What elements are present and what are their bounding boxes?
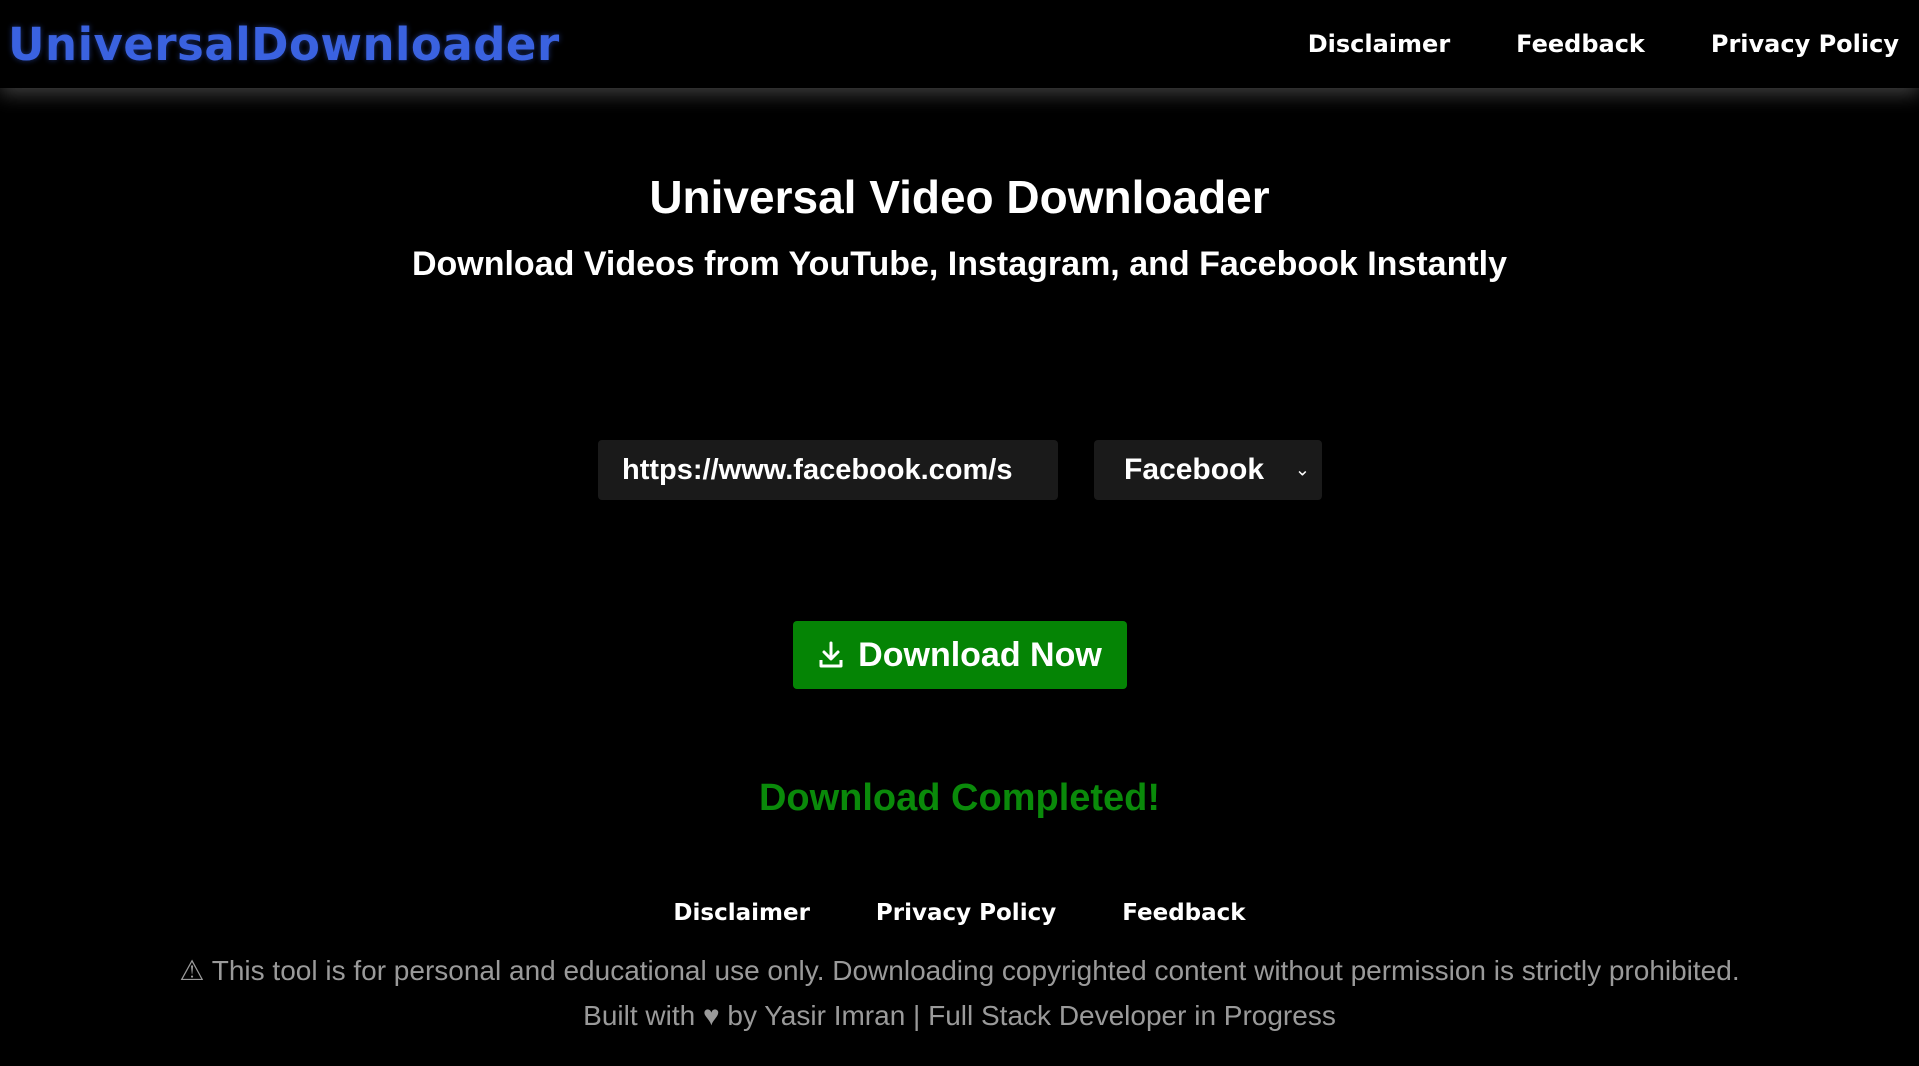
download-now-button[interactable]: Download Now <box>793 621 1127 689</box>
download-icon <box>819 641 843 668</box>
video-url-input[interactable] <box>598 440 1058 500</box>
footer-disclaimer: ⚠ This tool is for personal and educatio… <box>179 955 1740 986</box>
footer-link-disclaimer[interactable]: Disclaimer <box>673 900 810 926</box>
nav-link-disclaimer[interactable]: Disclaimer <box>1308 30 1450 58</box>
footer-link-feedback[interactable]: Feedback <box>1122 900 1245 926</box>
page-subtitle: Download Videos from YouTube, Instagram,… <box>411 245 1508 283</box>
footer-link-privacy-policy[interactable]: Privacy Policy <box>876 900 1056 926</box>
download-status-message: Download Completed! <box>758 777 1161 819</box>
top-navbar: UniversalDownloader Disclaimer Feedback … <box>0 0 1919 88</box>
header-nav: Disclaimer Feedback Privacy Policy <box>1308 30 1899 58</box>
footer-nav: Disclaimer Privacy Policy Feedback <box>0 900 1919 926</box>
platform-select[interactable]: Facebook ⌄ <box>1094 440 1322 500</box>
platform-select-value: Facebook <box>1124 453 1265 486</box>
nav-link-feedback[interactable]: Feedback <box>1516 30 1645 58</box>
nav-link-privacy-policy[interactable]: Privacy Policy <box>1711 30 1899 58</box>
page-title: Universal Video Downloader <box>649 171 1270 223</box>
footer-credit: Built with ♥ by Yasir Imran | Full Stack… <box>583 1000 1336 1031</box>
brand-logo[interactable]: UniversalDownloader <box>8 18 560 71</box>
download-now-label: Download Now <box>858 635 1102 674</box>
chevron-down-icon: ⌄ <box>1294 459 1310 480</box>
